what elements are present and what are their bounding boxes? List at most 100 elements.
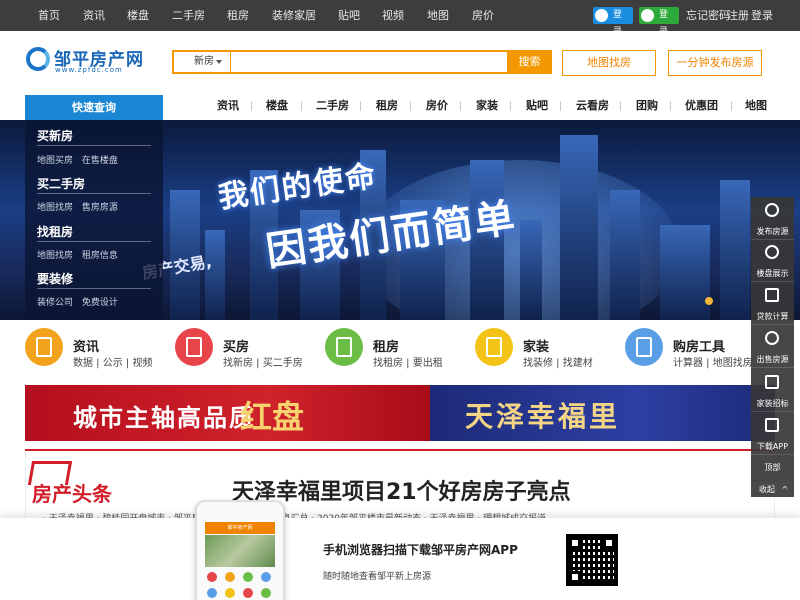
mainnav-map[interactable]: 地图 [745, 95, 767, 120]
building-icon [765, 245, 779, 259]
search-box: 新房 搜索 [172, 50, 552, 74]
mainnav-decoration[interactable]: 家装 [476, 95, 498, 120]
topnav-second-hand[interactable]: 二手房 [172, 0, 205, 31]
phone-mockup: 邹平房产网 [195, 500, 285, 600]
calculator-icon[interactable] [625, 328, 663, 366]
sidebar-publish-listing[interactable]: 发布房源 [751, 226, 794, 237]
category-news-title[interactable]: 资讯 [73, 336, 99, 355]
topnav-home[interactable]: 首页 [38, 0, 60, 31]
promo-slogan: 城市主轴高品质 [73, 403, 255, 432]
app-icon [261, 572, 271, 582]
category-news-links[interactable]: 数据 | 公示 | 视频 [73, 354, 152, 369]
sidebar-sell-listing[interactable]: 出售房源 [751, 354, 794, 365]
mainnav-buildings[interactable]: 楼盘 [266, 95, 288, 120]
category-buy-title[interactable]: 买房 [223, 336, 249, 355]
menu-link: 地图找房 售房房源 [37, 200, 118, 213]
mainnav-news[interactable]: 资讯 [217, 95, 239, 120]
menu-link-for-sale[interactable]: 售房房源 [82, 203, 118, 213]
menu-link-deco-company[interactable]: 装修公司 [37, 298, 73, 308]
sidebar-decoration-tender[interactable]: 家装招标 [751, 398, 794, 409]
menu-divider [37, 145, 151, 146]
sidebar-back-to-top[interactable]: 顶部 [751, 462, 794, 473]
category-rent-links[interactable]: 找租房 | 要出租 [373, 354, 443, 369]
menu-find-rent[interactable]: 找租房 [37, 223, 73, 240]
menu-buy-second-hand[interactable]: 买二手房 [37, 175, 85, 192]
topnav-forum[interactable]: 贴吧 [338, 0, 360, 31]
sidebar-loan-calculator[interactable]: 贷款计算 [751, 311, 794, 322]
topnav-price[interactable]: 房价 [472, 0, 494, 31]
rent-icon[interactable] [325, 328, 363, 366]
banner-building [660, 225, 710, 320]
topnav-news[interactable]: 资讯 [83, 0, 105, 31]
menu-link-free-design[interactable]: 免费设计 [82, 298, 118, 308]
logo-icon[interactable] [26, 47, 50, 71]
search-type-select[interactable]: 新房 [174, 52, 231, 72]
home-decor-icon [765, 375, 779, 389]
app-download-subtitle: 随时随地查看邹平新上房源 [323, 572, 432, 582]
mainnav-cloud-viewing[interactable]: 云看房 [576, 95, 609, 120]
qr-eye [569, 571, 581, 583]
news-icon[interactable] [25, 328, 63, 366]
search-input[interactable] [232, 52, 505, 72]
app-download-popup [0, 518, 800, 600]
banner-building [205, 230, 225, 320]
banner-building [610, 190, 640, 320]
category-decoration-title[interactable]: 家装 [523, 336, 549, 355]
mainnav-discount-group[interactable]: 优惠团 [685, 95, 718, 120]
chevron-down-icon [216, 60, 222, 64]
map-search-button[interactable]: 地图找房 [562, 50, 656, 76]
topnav-map[interactable]: 地图 [427, 0, 449, 31]
banner-slide-indicator[interactable] [705, 297, 713, 305]
sidebar-divider [751, 454, 794, 455]
quick-query-menu: 买新房 地图买房 在售楼盘 买二手房 地图找房 售房房源 找租房 地图找房 租房… [25, 120, 163, 320]
category-decoration-links[interactable]: 找装修 | 找建材 [523, 354, 593, 369]
menu-link-map-rent[interactable]: 地图找房 [37, 251, 73, 261]
promo-banner[interactable]: 城市主轴高品质 红盘 天泽幸福里 [25, 385, 775, 441]
menu-link: 地图买房 在售楼盘 [37, 153, 118, 166]
wechat-login-button[interactable]: 登录 [639, 7, 679, 37]
headline-title[interactable]: 天泽幸福里项目21个好房房子亮点 [232, 474, 571, 506]
mainnav-rent[interactable]: 租房 [376, 95, 398, 120]
mainnav-price[interactable]: 房价 [426, 95, 448, 120]
menu-link-on-sale[interactable]: 在售楼盘 [82, 156, 118, 166]
menu-link-map-find[interactable]: 地图找房 [37, 203, 73, 213]
sidebar-divider [751, 239, 794, 240]
menu-link-rent-info[interactable]: 租房信息 [82, 251, 118, 261]
qr-eye [603, 537, 615, 549]
quick-query-tab[interactable]: 快速查询 [25, 95, 163, 120]
category-rent-title[interactable]: 租房 [373, 336, 399, 355]
publish-icon [765, 203, 779, 217]
forgot-password-link[interactable]: 忘记密码 [686, 0, 730, 31]
menu-divider [37, 241, 151, 242]
sidebar-building-showcase[interactable]: 楼盘展示 [751, 268, 794, 279]
category-tools-title[interactable]: 购房工具 [673, 336, 725, 355]
menu-decoration[interactable]: 要装修 [37, 270, 73, 287]
nav-divider [670, 101, 671, 111]
buy-house-icon[interactable] [175, 328, 213, 366]
sidebar-collapse-label: 收起 [759, 485, 775, 494]
nav-divider [360, 101, 361, 111]
menu-link-map-buy[interactable]: 地图买房 [37, 156, 73, 166]
sidebar-collapse-button[interactable]: 收起 ^ [751, 482, 794, 497]
login-link[interactable]: 登录 [751, 0, 773, 31]
decoration-icon[interactable] [475, 328, 513, 366]
search-button[interactable]: 搜索 [507, 50, 552, 74]
qq-login-button[interactable]: 登录 [593, 7, 633, 37]
category-buy-links[interactable]: 找新房 | 买二手房 [223, 354, 303, 369]
publish-listing-button[interactable]: 一分钟发布房源 [668, 50, 762, 76]
app-icon [261, 588, 271, 598]
sidebar-download-app[interactable]: 下载APP [751, 441, 794, 452]
app-icon [243, 588, 253, 598]
menu-buy-new[interactable]: 买新房 [37, 127, 73, 144]
mainnav-group-buy[interactable]: 团购 [636, 95, 658, 120]
topnav-buildings[interactable]: 楼盘 [127, 0, 149, 31]
register-link[interactable]: 注册 [727, 0, 749, 31]
topnav-decoration[interactable]: 装修家居 [272, 0, 316, 31]
topnav-video[interactable]: 视频 [382, 0, 404, 31]
category-tools-links[interactable]: 计算器 | 地图找房 [673, 354, 753, 369]
topnav-rent[interactable]: 租房 [227, 0, 249, 31]
right-sidebar [751, 197, 794, 497]
mainnav-second-hand[interactable]: 二手房 [316, 95, 349, 120]
mainnav-forum[interactable]: 贴吧 [526, 95, 548, 120]
chevron-up-icon: ^ [781, 485, 789, 494]
